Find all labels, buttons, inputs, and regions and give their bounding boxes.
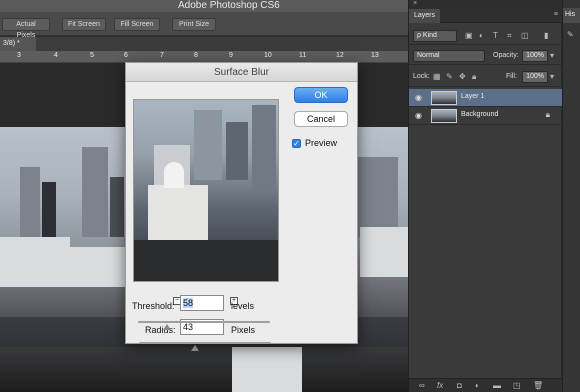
layer-style-icon[interactable]: fx: [437, 381, 443, 391]
opacity-label: Opacity:: [493, 52, 519, 59]
layer-name: Layer 1: [461, 93, 485, 100]
cancel-button[interactable]: Cancel: [294, 111, 348, 127]
layer-lock-icon: 🔒︎: [545, 110, 550, 119]
filter-toggle-icon[interactable]: ▮: [544, 31, 548, 41]
layer-thumbnail: [431, 91, 457, 105]
threshold-slider[interactable]: [138, 321, 270, 323]
building: [20, 167, 40, 237]
ruler-label: 4: [54, 52, 58, 59]
link-layers-icon[interactable]: ∞: [419, 381, 425, 391]
ruler-label: 6: [124, 52, 128, 59]
actual-pixels-button[interactable]: Actual Pixels: [2, 18, 50, 39]
threshold-input[interactable]: 58: [180, 295, 224, 311]
ruler-label: 10: [264, 52, 272, 59]
opacity-dropdown-icon[interactable]: ▾: [550, 51, 554, 61]
layers-panel: × Layers ≡ ρ Kind ▣ ◐ T ⌗ ◫ ▮ Normal Opa…: [408, 0, 562, 392]
ruler-label: 5: [90, 52, 94, 59]
preview-building: [148, 185, 208, 245]
preview-building: [134, 240, 278, 281]
layer-thumbnail: [431, 109, 457, 123]
layer-mask-icon[interactable]: ◘: [457, 381, 462, 391]
preview-building: [252, 105, 276, 190]
threshold-row: Threshold: 58 levels: [125, 292, 358, 342]
ok-button[interactable]: OK: [294, 87, 348, 103]
preview-label: Preview: [305, 138, 338, 148]
opacity-input[interactable]: 100%: [522, 50, 548, 62]
delete-layer-icon[interactable]: 🗑︎: [533, 381, 543, 391]
panel-menu-icon[interactable]: ≡: [554, 11, 558, 18]
blend-row: Normal Opacity: 100% ▾: [409, 47, 562, 65]
building: [70, 247, 125, 287]
panel-collapse-bar[interactable]: ×: [409, 0, 562, 8]
filter-preview[interactable]: [133, 99, 279, 282]
ruler-label: 3: [17, 52, 21, 59]
building: [358, 157, 398, 237]
lock-row: Lock: ▦ ✎ ✥ 🔒︎ Fill: 100% ▾: [409, 67, 562, 87]
preview-checkbox[interactable]: ✓: [292, 139, 301, 148]
fit-screen-button[interactable]: Fit Screen: [62, 18, 106, 31]
fill-input[interactable]: 100%: [522, 71, 548, 83]
adjustment-filter-icon[interactable]: ◐: [479, 31, 484, 41]
tab-layers[interactable]: Layers: [409, 9, 441, 23]
layer-row-background[interactable]: ◉ Background 🔒︎: [409, 107, 562, 125]
radius-slider[interactable]: [139, 342, 271, 344]
panel-tabs: Layers ≡: [409, 8, 562, 23]
layer-filter-row: ρ Kind ▣ ◐ T ⌗ ◫ ▮: [409, 27, 562, 45]
lock-all-icon[interactable]: 🔒︎: [472, 72, 476, 82]
print-size-button[interactable]: Print Size: [172, 18, 216, 31]
layers-panel-footer: ∞ fx ◘ ◐ ▬ ◳ 🗑︎: [409, 378, 562, 392]
building: [0, 237, 70, 287]
ruler-label: 8: [194, 52, 198, 59]
preview-building: [226, 122, 248, 180]
type-filter-icon[interactable]: T: [493, 31, 498, 41]
ruler-label: 12: [336, 52, 344, 59]
blend-mode-select[interactable]: Normal: [413, 50, 485, 62]
preview-building: [164, 162, 184, 188]
ruler-label: 13: [371, 52, 379, 59]
visibility-eye-icon[interactable]: ◉: [415, 93, 422, 102]
fill-dropdown-icon[interactable]: ▾: [550, 72, 554, 82]
layer-row-layer-1[interactable]: ◉ Layer 1: [409, 89, 562, 107]
fill-screen-button[interactable]: Fill Screen: [114, 18, 160, 31]
adjustment-layer-icon[interactable]: ◐: [475, 381, 480, 391]
document-tab-bar: 3/8) *: [0, 37, 410, 51]
threshold-value: 58: [183, 298, 194, 308]
building: [110, 177, 124, 237]
new-layer-icon[interactable]: ◳: [513, 381, 521, 391]
filter-kind-select[interactable]: ρ Kind: [413, 30, 457, 42]
radius-slider-thumb[interactable]: [191, 345, 199, 351]
building: [82, 147, 108, 237]
app-title: Adobe Photoshop CS6: [178, 0, 280, 11]
threshold-slider-thumb[interactable]: [163, 324, 171, 330]
shape-filter-icon[interactable]: ⌗: [507, 31, 512, 41]
lock-transparent-icon[interactable]: ▦: [433, 72, 441, 82]
title-bar: Adobe Photoshop CS6: [0, 0, 410, 12]
preview-building: [194, 110, 222, 180]
building: [42, 182, 56, 237]
image-filter-icon[interactable]: ▣: [465, 31, 473, 41]
new-group-icon[interactable]: ▬: [493, 381, 501, 391]
lock-position-icon[interactable]: ✥: [459, 72, 466, 82]
threshold-label: Threshold:: [132, 301, 175, 311]
lock-paint-icon[interactable]: ✎: [446, 72, 453, 82]
preview-image: [134, 100, 278, 281]
ruler-label: 11: [299, 52, 307, 59]
document-tab[interactable]: 3/8) *: [0, 37, 36, 51]
layer-name: Background: [461, 111, 499, 118]
ruler-label: 7: [160, 52, 164, 59]
history-brush-icon[interactable]: ✎: [567, 30, 574, 40]
ruler-label: 9: [229, 52, 233, 59]
fill-label: Fill:: [506, 73, 517, 80]
lock-label: Lock:: [413, 73, 430, 80]
history-panel-strip: His ✎: [562, 0, 580, 392]
building: [360, 227, 410, 277]
threshold-unit: levels: [231, 301, 255, 311]
visibility-eye-icon[interactable]: ◉: [415, 111, 422, 120]
smart-object-filter-icon[interactable]: ◫: [521, 31, 529, 41]
dialog-title: Surface Blur: [126, 63, 357, 82]
options-bar: Actual Pixels Fit Screen Fill Screen Pri…: [0, 12, 410, 39]
building: [232, 347, 302, 392]
tab-history[interactable]: His: [563, 8, 580, 23]
